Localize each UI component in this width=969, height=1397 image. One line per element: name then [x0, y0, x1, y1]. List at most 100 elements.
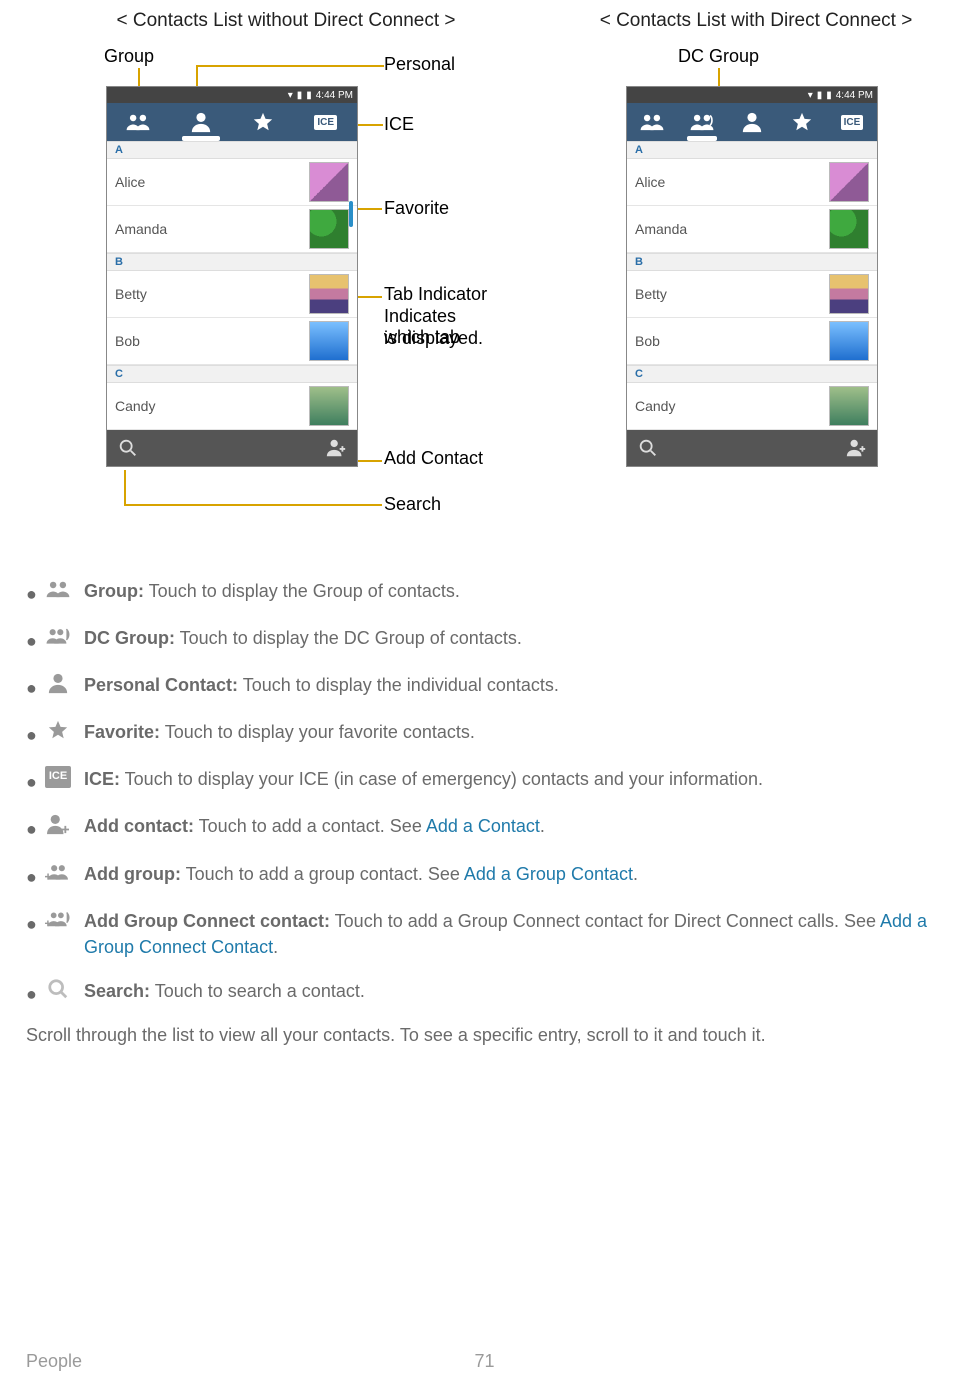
- add-group-icon: [38, 861, 78, 883]
- contact-avatar: [309, 274, 349, 314]
- contact-row[interactable]: Alice: [627, 159, 877, 206]
- bullet-personal: ● Personal Contact: Touch to display the…: [26, 672, 943, 701]
- contact-row[interactable]: Amanda: [627, 206, 877, 253]
- ice-icon: ICE: [314, 115, 337, 130]
- tab-ice[interactable]: ICE: [827, 103, 877, 141]
- section-header: A: [627, 141, 877, 159]
- add-group-connect-icon: [38, 908, 78, 930]
- link-add-contact[interactable]: Add a Contact: [426, 816, 540, 836]
- phone-right: ▾ ▮ ▮ 4:44 PM IC: [626, 86, 878, 467]
- favorite-icon: [38, 719, 78, 741]
- contact-avatar: [829, 321, 869, 361]
- contact-name: Betty: [115, 286, 309, 302]
- status-bar: ▾ ▮ ▮ 4:44 PM: [627, 87, 877, 103]
- bullet-marker: ●: [26, 864, 38, 890]
- tab-bar: ICE: [107, 103, 357, 141]
- contact-name: Alice: [115, 174, 309, 190]
- contact-row[interactable]: Candy: [107, 383, 357, 430]
- bullet-marker: ●: [26, 911, 38, 937]
- dc-group-icon: [38, 625, 78, 647]
- tab-bar: ICE: [627, 103, 877, 141]
- figure-right: < Contacts List with Direct Connect > DC…: [586, 10, 926, 550]
- callout-tab3: is displayed.: [384, 328, 483, 349]
- bullet-marker: ●: [26, 628, 38, 654]
- leader-search-v: [124, 470, 126, 504]
- contact-avatar: [829, 386, 869, 426]
- contact-row[interactable]: Betty: [627, 271, 877, 318]
- scroll-indicator: [349, 201, 353, 227]
- tab-favorite[interactable]: [777, 103, 827, 141]
- section-header: B: [627, 253, 877, 271]
- add-contact-icon[interactable]: [323, 437, 349, 459]
- leader-personal-h: [196, 65, 384, 67]
- bullet-marker: ●: [26, 769, 38, 795]
- link-add-group[interactable]: Add a Group Contact: [464, 864, 633, 884]
- phone-left: ▾ ▮ ▮ 4:44 PM ICE: [106, 86, 358, 467]
- page-footer: People 71: [26, 1351, 943, 1372]
- tab-indicator: [687, 136, 717, 141]
- contact-row[interactable]: Candy: [627, 383, 877, 430]
- bullet-text: Personal Contact: Touch to display the i…: [84, 672, 943, 698]
- contact-row[interactable]: Amanda: [107, 206, 357, 253]
- bullet-list: ● Group: Touch to display the Group of c…: [26, 578, 943, 1007]
- contact-name: Amanda: [635, 221, 829, 237]
- search-icon[interactable]: [635, 437, 661, 459]
- tab-ice[interactable]: ICE: [295, 103, 358, 141]
- figure-left-title: < Contacts List without Direct Connect >: [66, 10, 506, 32]
- bullet-favorite: ● Favorite: Touch to display your favori…: [26, 719, 943, 748]
- ice-icon: ICE: [38, 766, 78, 788]
- footer-page-number: 71: [474, 1351, 494, 1372]
- bullet-marker: ●: [26, 675, 38, 701]
- contact-avatar: [309, 209, 349, 249]
- bottom-bar: [627, 430, 877, 466]
- bottom-bar: [107, 430, 357, 466]
- callout-search: Search: [384, 494, 441, 515]
- bullet-text: Add Group Connect contact: Touch to add …: [84, 908, 943, 960]
- contact-avatar: [829, 162, 869, 202]
- tab-personal[interactable]: [727, 103, 777, 141]
- figures-row: < Contacts List without Direct Connect >…: [66, 10, 943, 550]
- figure-right-title: < Contacts List with Direct Connect >: [586, 10, 926, 32]
- bullet-add-group: ● Add group: Touch to add a group contac…: [26, 861, 943, 890]
- tab-dc-group[interactable]: [677, 103, 727, 141]
- bullet-text: Group: Touch to display the Group of con…: [84, 578, 943, 604]
- contact-name: Amanda: [115, 221, 309, 237]
- contacts-list: A Alice Amanda B Betty Bob C Candy: [107, 141, 357, 430]
- contact-name: Betty: [635, 286, 829, 302]
- add-contact-icon[interactable]: [843, 437, 869, 459]
- tab-group[interactable]: [627, 103, 677, 141]
- wifi-icon: ▾: [288, 90, 293, 101]
- signal-icon: ▮: [297, 90, 303, 101]
- personal-icon: [38, 672, 78, 694]
- contact-row[interactable]: Bob: [107, 318, 357, 365]
- status-bar: ▾ ▮ ▮ 4:44 PM: [107, 87, 357, 103]
- figure-left: < Contacts List without Direct Connect >…: [66, 10, 506, 550]
- group-icon: [38, 578, 78, 600]
- bullet-text: Add group: Touch to add a group contact.…: [84, 861, 943, 887]
- callout-favorite: Favorite: [384, 198, 449, 219]
- contact-avatar: [309, 321, 349, 361]
- bullet-ice: ● ICE ICE: Touch to display your ICE (in…: [26, 766, 943, 795]
- bullet-text: Search: Touch to search a contact.: [84, 978, 943, 1004]
- battery-icon: ▮: [306, 90, 312, 101]
- status-time: 4:44 PM: [316, 90, 353, 101]
- tab-group[interactable]: [107, 103, 170, 141]
- contact-row[interactable]: Betty: [107, 271, 357, 318]
- tab-personal[interactable]: [170, 103, 233, 141]
- bullet-group: ● Group: Touch to display the Group of c…: [26, 578, 943, 607]
- section-header: C: [107, 365, 357, 383]
- callout-group: Group: [104, 46, 154, 67]
- search-icon[interactable]: [115, 437, 141, 459]
- contact-row[interactable]: Bob: [627, 318, 877, 365]
- bullet-marker: ●: [26, 981, 38, 1007]
- callout-personal: Personal: [384, 54, 455, 75]
- closing-paragraph: Scroll through the list to view all your…: [26, 1025, 943, 1046]
- contact-avatar: [309, 162, 349, 202]
- bullet-add-contact: ● Add contact: Touch to add a contact. S…: [26, 813, 943, 842]
- contact-name: Alice: [635, 174, 829, 190]
- bullet-add-group-connect: ● Add Group Connect contact: Touch to ad…: [26, 908, 943, 960]
- contact-row[interactable]: Alice: [107, 159, 357, 206]
- signal-icon: ▮: [817, 90, 823, 101]
- section-header: A: [107, 141, 357, 159]
- tab-favorite[interactable]: [232, 103, 295, 141]
